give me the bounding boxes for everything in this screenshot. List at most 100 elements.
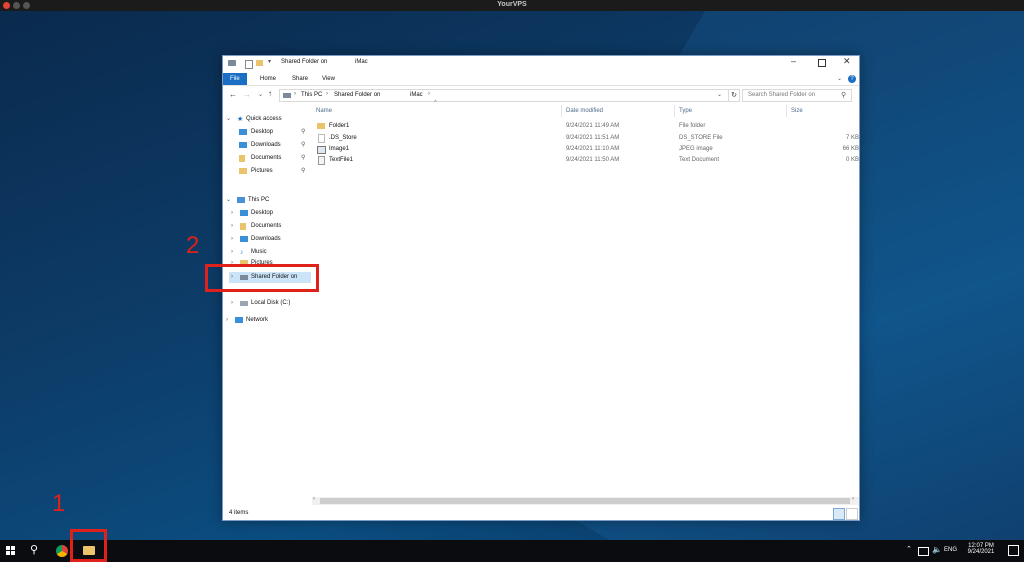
recent-locations-icon[interactable]: ⌄ [258, 91, 263, 98]
chrome-icon[interactable] [56, 545, 68, 557]
tab-view[interactable]: View [315, 73, 342, 85]
refresh-icon[interactable]: ↻ [728, 89, 740, 102]
pin-icon[interactable]: ⚲ [301, 140, 305, 151]
file-row[interactable]: TextFile1 9/24/2021 11:50 AM Text Docume… [312, 155, 859, 166]
chevron-right-icon[interactable]: › [231, 247, 233, 258]
nav-shared-folder[interactable]: › Shared Folder on [229, 272, 311, 283]
maximize-icon[interactable] [818, 59, 826, 67]
column-divider[interactable] [786, 105, 787, 117]
chevron-up-icon[interactable]: ⌃ [906, 545, 912, 553]
network-status-icon[interactable] [918, 547, 929, 556]
star-icon: ★ [237, 116, 244, 123]
clock[interactable]: 12:07 PM 9/24/2021 [962, 543, 1000, 555]
column-header-type[interactable]: Type [679, 108, 692, 114]
nav-qa-downloads[interactable]: Downloads ⚲ [239, 140, 309, 151]
ribbon-tabs: File Home Share View ⌄ ? [223, 73, 859, 86]
chevron-right-icon[interactable]: › [231, 272, 233, 283]
windows-start-icon[interactable] [6, 546, 16, 556]
address-bar[interactable]: › This PC › Shared Folder on iMac › ⌄ [279, 89, 729, 102]
drive-icon [240, 301, 248, 306]
file-size: 0 KB [845, 157, 859, 163]
column-header-name[interactable]: Name [316, 108, 332, 114]
column-divider[interactable] [674, 105, 675, 117]
breadcrumb-this-pc[interactable]: This PC [301, 92, 322, 98]
text-file-icon [318, 156, 325, 165]
documents-icon [239, 155, 245, 162]
chevron-down-icon[interactable]: ⌄ [226, 114, 231, 125]
file-size: 66 KB [842, 146, 859, 152]
nav-qa-desktop[interactable]: Desktop ⚲ [239, 127, 309, 138]
breadcrumb-imac[interactable]: iMac [410, 92, 423, 98]
network-drive-icon [240, 275, 248, 280]
tab-share[interactable]: Share [285, 73, 315, 85]
nav-label: Desktop [251, 129, 274, 135]
volume-icon[interactable]: 🔈 [932, 545, 942, 554]
status-bar: 4 items [223, 508, 859, 520]
nav-label: Network [246, 317, 269, 323]
breadcrumb-chevron-icon: › [428, 91, 430, 97]
back-arrow-icon[interactable]: ← [229, 90, 237, 99]
window-title-bar: ▾ Shared Folder on iMac – ✕ [223, 56, 859, 71]
chevron-right-icon[interactable]: › [231, 208, 233, 219]
ribbon-expand-icon[interactable]: ⌄ [837, 75, 842, 82]
nav-qa-documents[interactable]: Documents ⚲ [239, 153, 309, 164]
navigation-pane: ⌄ ★ Quick access Desktop ⚲ Downloads ⚲ D… [223, 105, 311, 500]
column-header-date[interactable]: Date modified [566, 108, 603, 114]
file-type: File folder [679, 123, 706, 129]
chevron-right-icon[interactable]: › [231, 221, 233, 232]
minimize-icon[interactable]: – [791, 56, 796, 66]
scroll-left-icon[interactable]: ‹ [313, 496, 315, 502]
sort-ascending-icon: ^ [434, 100, 437, 106]
help-icon[interactable]: ? [848, 75, 856, 83]
large-icons-view-icon[interactable] [846, 508, 858, 520]
chevron-right-icon[interactable]: › [226, 315, 228, 326]
nav-label: This PC [248, 197, 270, 203]
chevron-down-icon[interactable]: ⌄ [226, 195, 231, 206]
forward-arrow-icon[interactable]: → [243, 90, 251, 99]
pin-icon[interactable]: ⚲ [301, 166, 305, 177]
window-title-path: Shared Folder on [281, 59, 328, 65]
search-icon[interactable]: ⚲ [30, 543, 38, 556]
nav-label: Downloads [251, 236, 281, 242]
item-count: 4 items [229, 510, 249, 516]
tab-home[interactable]: Home [253, 73, 283, 85]
details-view-icon[interactable] [833, 508, 845, 520]
annotation-step-1: 1 [52, 490, 66, 517]
file-type: Text Document [679, 157, 720, 163]
search-box[interactable]: Search Shared Folder on ⚲ [742, 89, 852, 102]
music-icon: ♪ [240, 249, 244, 256]
scroll-right-icon[interactable]: › [852, 496, 854, 502]
pin-icon[interactable]: ⚲ [301, 127, 305, 138]
nav-label: Downloads [251, 142, 281, 148]
file-type: JPEG image [679, 146, 713, 152]
network-drive-icon [283, 93, 291, 98]
chevron-right-icon[interactable]: › [231, 298, 233, 309]
nav-qa-pictures[interactable]: Pictures ⚲ [239, 166, 309, 177]
nav-label: Documents [251, 223, 282, 229]
column-header-size[interactable]: Size [791, 108, 803, 114]
file-row[interactable]: Image1 9/24/2021 11:10 AM JPEG image 66 … [312, 144, 859, 155]
up-arrow-icon[interactable]: ↑ [268, 89, 272, 98]
scrollbar-thumb[interactable] [320, 498, 850, 504]
properties-icon[interactable] [245, 60, 253, 69]
blank-file-icon [318, 134, 325, 143]
search-placeholder: Search Shared Folder on [748, 92, 816, 98]
horizontal-scrollbar[interactable]: ‹ › [312, 496, 859, 505]
tab-file[interactable]: File [223, 73, 247, 85]
chevron-right-icon[interactable]: › [231, 234, 233, 245]
notifications-icon[interactable] [1008, 545, 1019, 556]
breadcrumb-shared-folder[interactable]: Shared Folder on [334, 92, 380, 98]
search-icon[interactable]: ⚲ [841, 91, 846, 99]
column-divider[interactable] [561, 105, 562, 117]
pin-icon[interactable]: ⚲ [301, 153, 305, 164]
clock-date: 9/24/2021 [967, 549, 995, 555]
network-icon [235, 317, 243, 323]
language-indicator[interactable]: ENG [944, 547, 957, 553]
nav-label: Desktop [251, 210, 274, 216]
file-row[interactable]: Folder1 9/24/2021 11:49 AM File folder [312, 121, 859, 132]
close-icon[interactable]: ✕ [843, 56, 851, 67]
quick-access-toolbar-dropdown-icon[interactable]: ▾ [268, 58, 271, 65]
file-row[interactable]: .DS_Store 9/24/2021 11:51 AM DS_STORE Fi… [312, 133, 859, 144]
new-folder-icon[interactable] [256, 60, 263, 66]
address-dropdown-icon[interactable]: ⌄ [717, 91, 722, 98]
